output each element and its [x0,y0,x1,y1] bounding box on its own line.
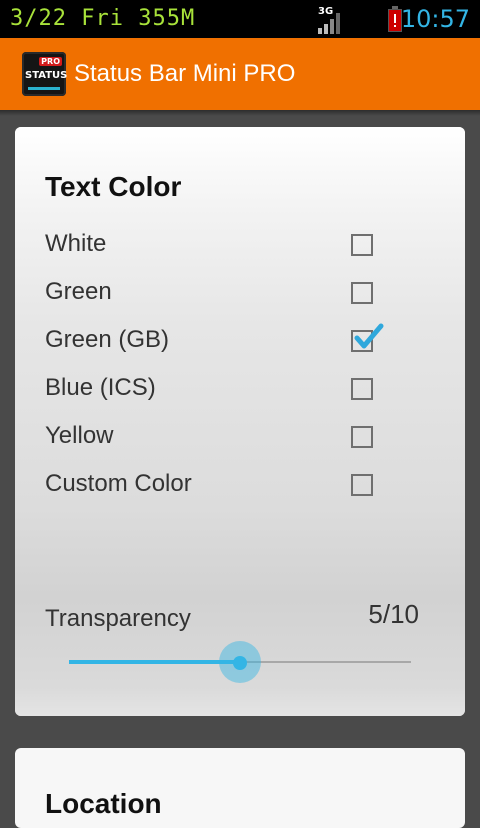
action-bar: PRO STATUS Status Bar Mini PRO [0,38,480,110]
slider-fill [69,660,240,664]
option-label: Custom Color [45,470,192,497]
text-color-card: Text Color White Green Green (GB) Blue (… [15,127,465,716]
app-icon-status-text: STATUS [25,70,68,81]
option-blue-ics[interactable]: Blue (ICS) [15,366,465,414]
checkbox-white[interactable] [351,234,373,256]
option-label: Yellow [45,422,114,449]
option-label: Blue (ICS) [45,374,156,401]
app-title: Status Bar Mini PRO [74,60,296,87]
checkmark-icon [354,323,384,349]
app-icon-pro-badge: PRO [39,57,62,66]
option-label: White [45,230,107,257]
option-green[interactable]: Green [15,270,465,318]
transparency-value: 5/10 [368,599,419,629]
signal-icon [318,13,340,34]
checkbox-custom-color[interactable] [351,474,373,496]
clock: 10:57 [400,5,470,33]
option-white[interactable]: White [15,222,465,270]
option-yellow[interactable]: Yellow [15,414,465,462]
transparency-slider[interactable] [69,641,411,683]
app-icon-bar [28,87,60,90]
status-bar-date-memory: 3/22 Fri 355M [10,6,196,31]
option-label: Green (GB) [45,326,170,353]
option-custom-color[interactable]: Custom Color [15,462,465,510]
slider-thumb[interactable] [233,656,247,670]
app-icon[interactable]: PRO STATUS [22,52,68,96]
status-bar: 3/22 Fri 355M 3G 10:57 [0,0,480,38]
checkbox-blue-ics[interactable] [351,378,373,400]
option-label: Green [45,278,112,305]
action-bar-shadow [0,110,480,116]
section-title-location: Location [45,788,162,819]
location-card: Location [15,748,465,828]
section-title-text-color: Text Color [45,171,182,202]
transparency-label: Transparency [45,605,191,632]
checkbox-yellow[interactable] [351,426,373,448]
option-green-gb[interactable]: Green (GB) [15,318,465,366]
network-indicator: 3G [316,6,356,34]
checkbox-green[interactable] [351,282,373,304]
